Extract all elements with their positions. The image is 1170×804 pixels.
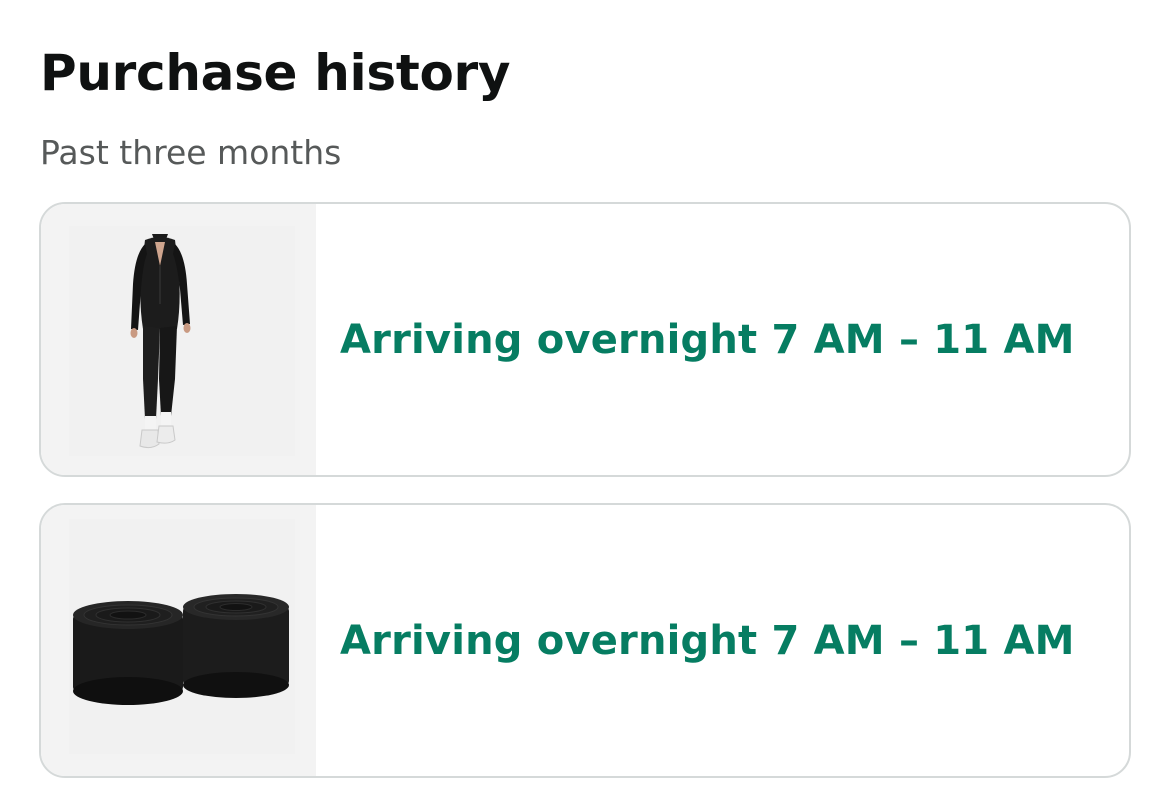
order-card[interactable]: Arriving overnight 7 AM – 11 AM <box>39 202 1131 477</box>
order-info: Arriving overnight 7 AM – 11 AM <box>316 204 1129 475</box>
delivery-status[interactable]: Arriving overnight 7 AM – 11 AM <box>340 618 1075 664</box>
page-title: Purchase history <box>40 44 511 102</box>
jumpsuit-icon <box>69 226 295 456</box>
page-subtitle: Past three months <box>40 133 342 172</box>
product-jumpsuit-image[interactable] <box>41 204 316 475</box>
delivery-status[interactable]: Arriving overnight 7 AM – 11 AM <box>340 317 1075 363</box>
order-list: Arriving overnight 7 AM – 11 AM Arriving… <box>39 202 1131 804</box>
tape-rolls-icon <box>69 519 295 754</box>
order-info: Arriving overnight 7 AM – 11 AM <box>316 505 1129 776</box>
order-card[interactable]: Arriving overnight 7 AM – 11 AM <box>39 503 1131 778</box>
product-fastener-tape-rolls-image[interactable] <box>41 505 316 776</box>
